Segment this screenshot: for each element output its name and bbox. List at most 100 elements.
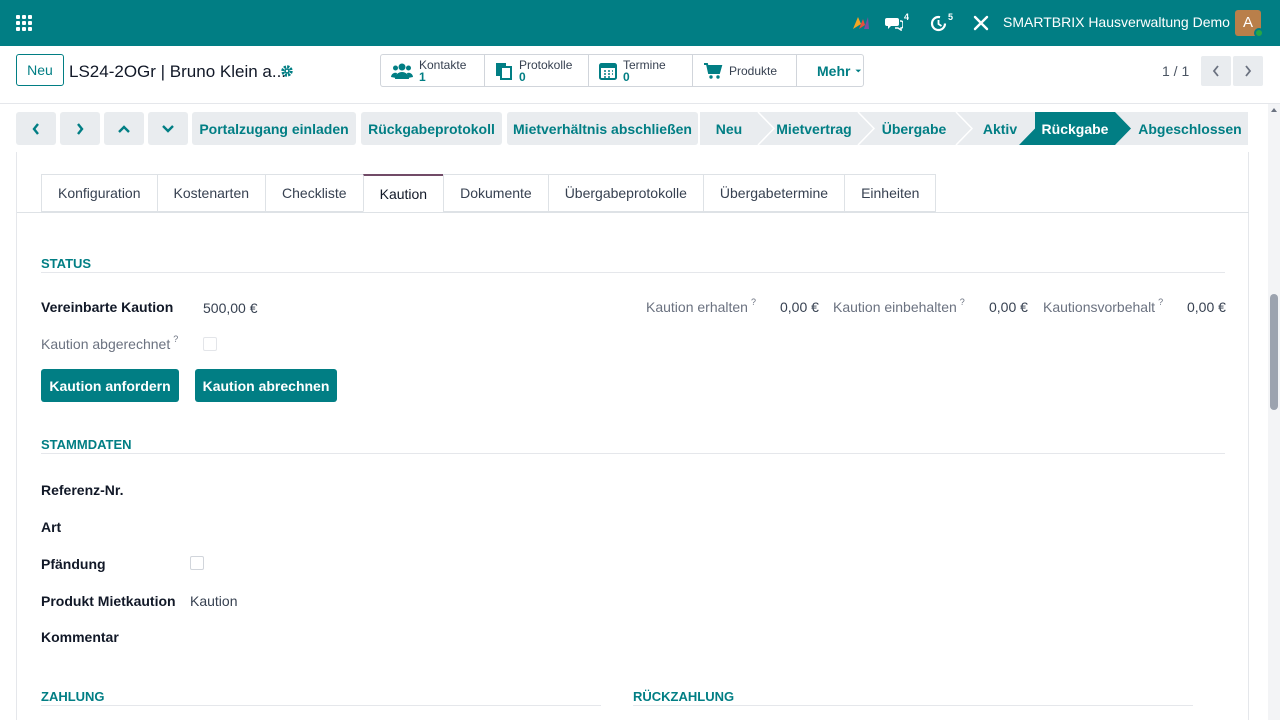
retained-deposit-label-text: Kaution einbehalten <box>833 299 957 315</box>
chevron-down-icon <box>162 124 174 133</box>
smart-button-protokolle[interactable]: Protokolle 0 <box>485 55 589 86</box>
tab-checkliste[interactable]: Checkliste <box>265 174 363 212</box>
online-status-icon <box>1254 28 1264 38</box>
activities-count: 5 <box>948 12 954 22</box>
agreed-deposit-label: Vereinbarte Kaution <box>41 299 174 315</box>
chevron-left-icon <box>1212 65 1219 77</box>
previous-record-button[interactable] <box>16 112 56 145</box>
repayment-divider <box>633 705 1193 706</box>
action-row: Portalzugang einladen Rückgabeprotokoll … <box>16 112 1248 145</box>
tab-kostenarten[interactable]: Kostenarten <box>156 174 266 212</box>
cart-icon <box>703 62 723 80</box>
smart-label: Kontakte <box>419 57 467 72</box>
tab-uebergabetermine[interactable]: Übergabetermine <box>702 174 845 212</box>
master-data-section-title: STAMMDATEN <box>41 437 132 452</box>
users-icon <box>391 62 413 80</box>
chevron-up-icon <box>118 124 130 133</box>
form-sheet: Konfiguration Kostenarten Checkliste Kau… <box>16 152 1249 720</box>
activities-icon[interactable]: 5 <box>930 12 953 34</box>
deposit-reserve-value: 0,00 € <box>1187 299 1226 315</box>
deposit-settled-checkbox[interactable] <box>203 337 217 351</box>
chevron-right-icon <box>77 122 84 135</box>
chevron-left-icon <box>32 122 39 135</box>
request-deposit-button[interactable]: Kaution anfordern <box>41 369 179 402</box>
tab-konfiguration[interactable]: Konfiguration <box>41 174 157 212</box>
smart-label: Protokolle <box>519 57 573 72</box>
calendar-icon <box>599 62 617 80</box>
smart-value: 1 <box>419 69 426 84</box>
help-icon[interactable]: ? <box>1158 297 1163 307</box>
received-deposit-value: 0,00 € <box>780 299 819 315</box>
scroll-up-icon[interactable] <box>1268 106 1280 114</box>
status-bar: Neu Mietvertrag Übergabe Aktiv Rückgabe … <box>700 112 1248 145</box>
pager-value[interactable]: 1 / 1 <box>1162 63 1189 79</box>
help-icon[interactable]: ? <box>173 334 178 344</box>
caret-down-icon <box>855 69 862 72</box>
tools-icon[interactable] <box>973 12 989 34</box>
deposit-product-value[interactable]: Kaution <box>190 593 237 609</box>
seizure-checkbox[interactable] <box>190 556 204 570</box>
deposit-type-label: Art <box>41 519 62 535</box>
tab-kaution[interactable]: Kaution <box>362 174 444 212</box>
record-title[interactable]: LS24-2OGr | Bruno Klein a... <box>69 62 286 82</box>
chevron-right-icon <box>1245 65 1252 77</box>
company-switcher[interactable]: SMARTBRIX Hausverwaltung Demo <box>1003 14 1230 30</box>
pager-previous-button[interactable] <box>1201 56 1231 86</box>
retained-deposit-value: 0,00 € <box>989 299 1028 315</box>
smart-label: Termine <box>623 57 666 72</box>
pager-next-button[interactable] <box>1233 56 1263 86</box>
master-data-divider <box>41 453 1225 454</box>
agreed-deposit-value[interactable]: 500,00 € <box>203 300 258 316</box>
settle-deposit-button[interactable]: Kaution abrechnen <box>195 369 337 402</box>
user-avatar[interactable]: A <box>1235 10 1264 38</box>
top-navbar: 4 5 SMARTBRIX Hausverwaltung Demo A <box>0 0 1280 46</box>
new-button[interactable]: Neu <box>16 54 64 86</box>
received-deposit-label-text: Kaution erhalten <box>646 299 748 315</box>
notebook-tabs: Konfiguration Kostenarten Checkliste Kau… <box>41 174 937 213</box>
stage-mietvertrag[interactable]: Mietvertrag <box>770 112 858 145</box>
app-logo-icon[interactable] <box>852 12 870 34</box>
close-tenancy-button[interactable]: Mietverhältnis abschließen <box>507 112 698 145</box>
deposit-settled-label: Kaution abgerechnet? <box>41 334 178 352</box>
stage-neu[interactable]: Neu <box>700 112 758 145</box>
more-button[interactable]: Mehr <box>797 55 863 86</box>
more-label: Mehr <box>817 62 851 79</box>
smart-value: 0 <box>623 69 630 84</box>
deposit-reserve-label: Kautionsvorbehalt? <box>1043 297 1163 315</box>
control-panel: Neu LS24-2OGr | Bruno Klein a... Kontakt… <box>0 46 1280 104</box>
smart-button-produkte[interactable]: Produkte <box>693 55 797 86</box>
apps-menu-icon[interactable] <box>16 15 32 31</box>
gear-icon[interactable] <box>280 64 294 78</box>
deposit-product-label: Produkt Mietkaution <box>41 593 176 609</box>
stage-rueckgabe[interactable]: Rückgabe <box>1040 112 1110 145</box>
payment-divider <box>41 705 601 706</box>
stage-uebergabe[interactable]: Übergabe <box>870 112 958 145</box>
help-icon[interactable]: ? <box>751 297 756 307</box>
avatar-letter: A <box>1242 14 1253 31</box>
scrollbar-thumb[interactable] <box>1270 294 1278 410</box>
move-up-button[interactable] <box>104 112 144 145</box>
smart-button-termine[interactable]: Termine 0 <box>589 55 693 86</box>
tab-uebergabeprotokolle[interactable]: Übergabeprotokolle <box>547 174 703 212</box>
messages-count: 4 <box>904 12 910 22</box>
stage-abgeschlossen[interactable]: Abgeschlossen <box>1132 112 1248 145</box>
retained-deposit-label: Kaution einbehalten? <box>833 297 965 315</box>
smart-label: Produkte <box>729 63 778 78</box>
move-down-button[interactable] <box>148 112 188 145</box>
help-icon[interactable]: ? <box>960 297 965 307</box>
next-record-button[interactable] <box>60 112 100 145</box>
comment-label: Kommentar <box>41 629 119 645</box>
status-section-title: STATUS <box>41 256 92 271</box>
repayment-section-title: RÜCKZAHLUNG <box>633 689 735 704</box>
tab-dokumente[interactable]: Dokumente <box>443 174 548 212</box>
payment-section-title: ZAHLUNG <box>41 689 105 704</box>
tab-einheiten[interactable]: Einheiten <box>844 174 937 212</box>
return-protocol-button[interactable]: Rückgabeprotokoll <box>361 112 502 145</box>
status-divider <box>41 272 1225 273</box>
seizure-label: Pfändung <box>41 556 106 572</box>
messages-icon[interactable]: 4 <box>885 12 909 34</box>
portal-invite-button[interactable]: Portalzugang einladen <box>192 112 356 145</box>
smart-button-kontakte[interactable]: Kontakte 1 <box>381 55 485 86</box>
vertical-scrollbar[interactable] <box>1268 104 1280 720</box>
stage-aktiv[interactable]: Aktiv <box>970 112 1030 145</box>
